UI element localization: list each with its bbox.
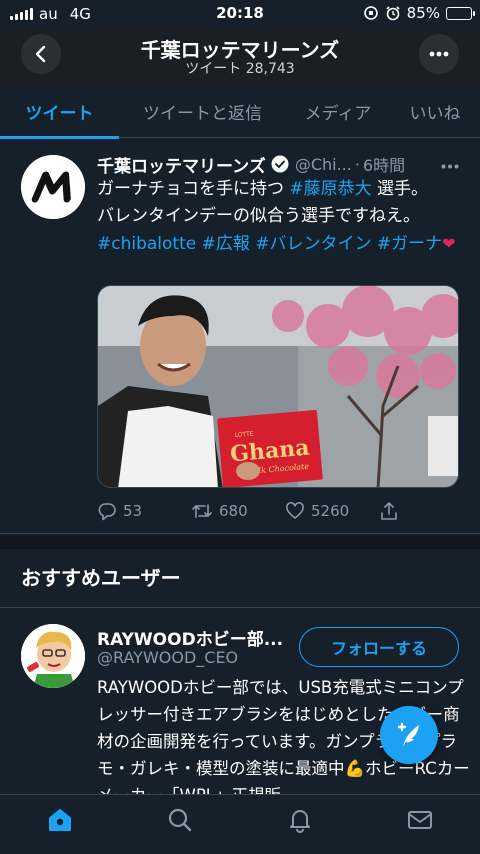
tab-tweets[interactable]: ツイート [0,84,119,139]
avatar[interactable] [21,155,85,219]
follow-button[interactable]: フォローする [299,627,459,667]
profile-tabs: ツイート ツイートと返信 メディア いいね [0,84,480,139]
tweet-count: ツイート 28,743 [185,61,295,77]
hashtag-links[interactable]: #chibalotte #広報 #バレンタイン #ガーナ [97,234,442,254]
tweet-menu-button[interactable] [441,153,459,174]
tweet-text-part: バレンタインデーの似合う選手ですねえ。 [97,206,420,226]
tab-likes[interactable]: いいね [390,84,480,138]
reply-icon [98,503,116,521]
author-name[interactable]: 千葉ロッテマリーンズ [97,152,266,177]
marines-logo-icon [21,155,85,219]
compose-tweet-button[interactable] [380,706,438,764]
more-horizontal-icon [441,164,459,169]
tweet-header: 千葉ロッテマリーンズ @Chi... · 6時間 [97,151,467,177]
like-button[interactable]: 5260 [285,501,379,521]
alarm-icon [386,6,400,21]
tab-media[interactable]: メディア [286,84,390,138]
share-button[interactable] [379,501,399,521]
tweet[interactable]: 千葉ロッテマリーンズ @Chi... · 6時間 ガーナチョコを手に持つ #藤原… [0,139,480,534]
bottom-navigation [0,794,480,854]
suggested-user-name[interactable]: RAYWOODホビー部... [97,625,287,650]
tweet-text-part: ガーナチョコを手に持つ [97,179,290,199]
recommended-users-heading: おすすめユーザー [21,566,181,590]
heart-emoji: ❤ [442,234,456,253]
reply-button[interactable]: 53 [97,501,191,521]
search-icon [168,808,192,831]
more-button[interactable] [419,34,459,74]
hashtag-link[interactable]: #藤原恭大 [289,179,371,199]
mail-icon [408,810,432,829]
retweet-icon [192,504,212,518]
separator-dot: · [354,154,360,174]
like-count: 5260 [311,502,350,520]
retweet-count: 680 [219,502,248,520]
share-icon [381,502,397,520]
nav-messages[interactable] [360,795,480,854]
section-divider [0,535,480,549]
nav-notifications[interactable] [240,795,360,854]
nav-home[interactable] [0,795,120,854]
author-handle[interactable]: @Chi... [295,155,352,174]
home-icon [49,808,71,831]
retweet-button[interactable]: 680 [191,501,285,521]
tab-tweets-and-replies[interactable]: ツイートと返信 [119,84,286,138]
tweet-actions: 53 680 5260 [97,498,469,524]
status-right: 85% [363,4,475,22]
tweet-time[interactable]: 6時間 [363,152,405,176]
compose-tweet-icon [397,722,419,746]
reply-count: 53 [123,502,143,520]
photo-player-with-chocolate: LOTTE Ghana Milk Chocolate [98,286,458,487]
status-bar: au 4G 20:18 85% [0,0,480,28]
avatar[interactable] [21,624,85,688]
ghana-chocolate-bar: LOTTE Ghana Milk Chocolate [217,409,323,487]
nav-search[interactable] [120,795,240,854]
heart-icon [286,502,304,519]
profile-header: 千葉ロッテマリーンズ ツイート 28,743 [0,28,480,84]
tweet-photo[interactable]: LOTTE Ghana Milk Chocolate [97,285,459,488]
divider [0,607,480,608]
more-horizontal-icon [429,51,449,57]
battery-icon [446,6,475,20]
suggested-user-handle[interactable]: @RAYWOOD_CEO [97,648,238,667]
rotation-lock-icon [363,6,378,20]
raywood-mascot-icon [21,624,85,688]
battery-percent: 85% [406,4,440,22]
tweet-text-part: 選手。 [371,179,429,199]
tweet-text: ガーナチョコを手に持つ #藤原恭大 選手。 バレンタインデーの似合う選手ですねえ… [97,176,469,258]
bell-icon [290,809,310,833]
verified-badge-icon [271,155,289,173]
